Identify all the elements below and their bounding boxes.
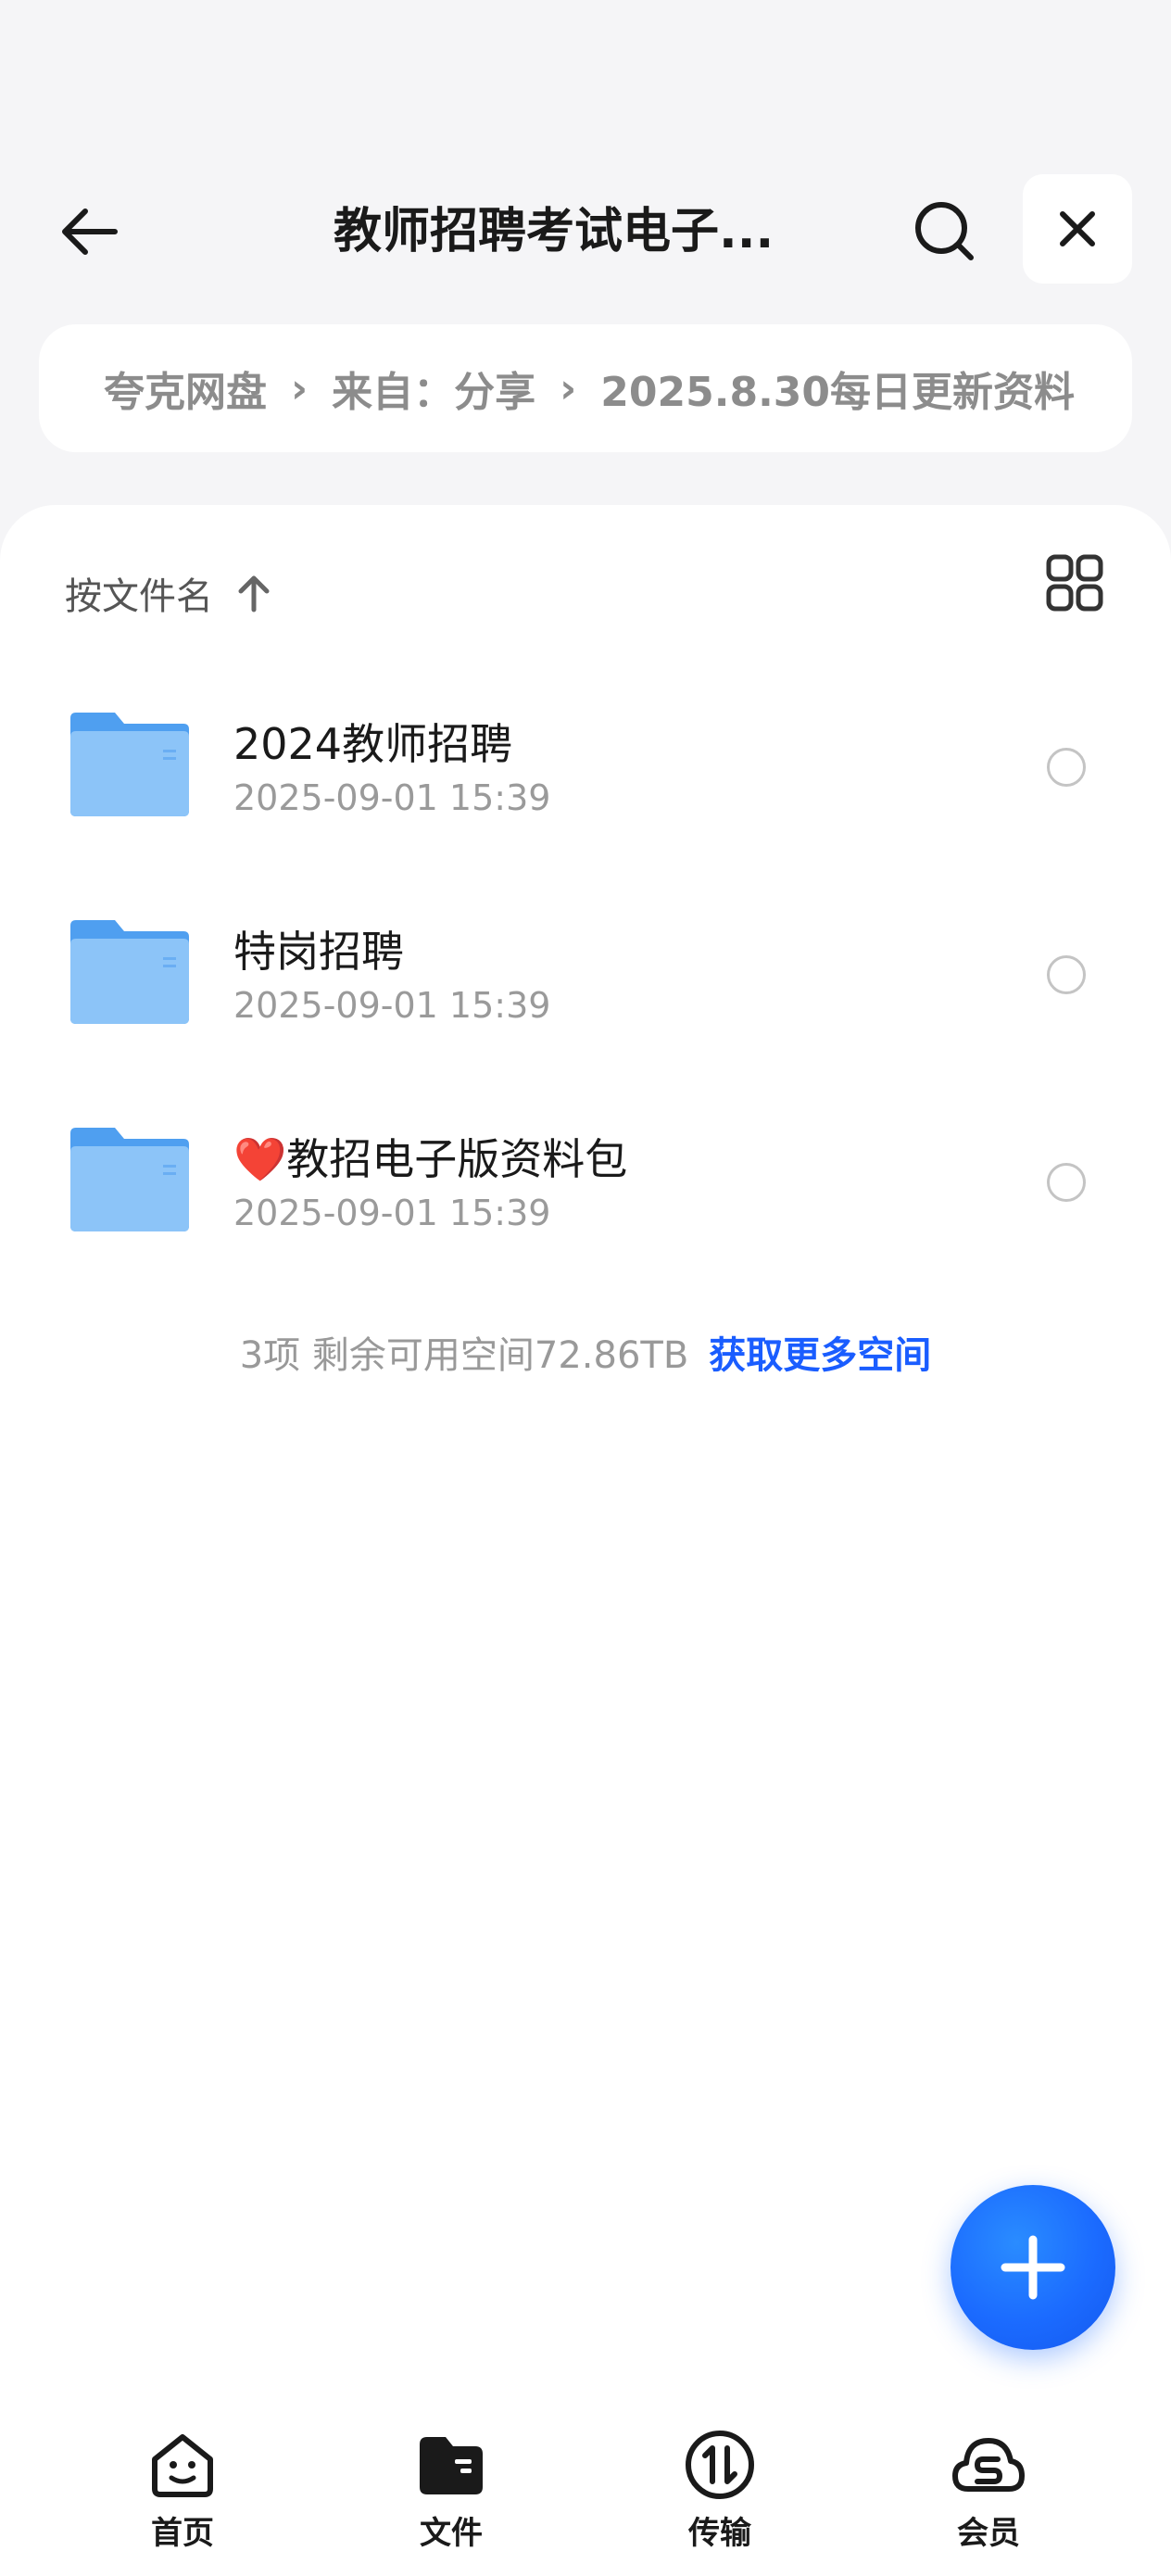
nav-item-files[interactable]: 文件 bbox=[359, 2426, 544, 2565]
nav-item-transfer[interactable]: 传输 bbox=[627, 2426, 812, 2565]
transfer-icon bbox=[681, 2426, 759, 2504]
plus-icon bbox=[1001, 2235, 1065, 2300]
file-name: 特岗招聘 bbox=[233, 927, 404, 977]
breadcrumb-item-share[interactable]: 来自：分享 bbox=[332, 359, 535, 418]
file-date: 2025-09-01 15:39 bbox=[233, 777, 551, 818]
sort-label: 按文件名 bbox=[65, 575, 213, 618]
folder-icon bbox=[70, 713, 189, 816]
file-name: ❤️教招电子版资料包 bbox=[233, 1134, 628, 1184]
folder-icon bbox=[70, 1128, 189, 1231]
grid-view-toggle[interactable] bbox=[1045, 553, 1104, 612]
file-date: 2025-09-01 15:39 bbox=[233, 1193, 551, 1233]
nav-item-home[interactable]: 首页 bbox=[90, 2426, 275, 2565]
breadcrumb-item-current[interactable]: 2025.8.30每日更新资料 bbox=[600, 359, 1075, 418]
breadcrumb-separator: › bbox=[291, 364, 308, 412]
search-icon bbox=[915, 202, 974, 260]
top-bar: 教师招聘考试电子... bbox=[0, 167, 1171, 287]
list-item[interactable]: 特岗招聘 2025-09-01 15:39 bbox=[0, 872, 1171, 1057]
home-smile-icon bbox=[144, 2426, 221, 2504]
page-title: 教师招聘考试电子... bbox=[334, 204, 774, 259]
file-name: 2024教师招聘 bbox=[233, 719, 513, 769]
sort-control[interactable]: 按文件名 bbox=[65, 561, 272, 625]
breadcrumb-separator: › bbox=[560, 364, 577, 412]
grid-view-icon bbox=[1046, 554, 1103, 612]
breadcrumb: 夸克网盘 › 来自：分享 › 2025.8.30每日更新资料 bbox=[39, 324, 1132, 452]
nav-label-member: 会员 bbox=[957, 2515, 1020, 2552]
back-button[interactable] bbox=[46, 195, 130, 269]
file-date: 2025-09-01 15:39 bbox=[233, 985, 551, 1026]
arrow-left-icon bbox=[62, 208, 118, 255]
get-more-space-link[interactable]: 获取更多空间 bbox=[709, 1334, 931, 1377]
close-icon bbox=[1060, 211, 1095, 246]
storage-summary-text: 3项 剩余可用空间72.86TB bbox=[239, 1334, 689, 1377]
nav-item-member[interactable]: 会员 bbox=[896, 2426, 1081, 2565]
select-checkbox[interactable] bbox=[1047, 748, 1086, 787]
close-button[interactable] bbox=[1023, 174, 1132, 284]
nav-label-files: 文件 bbox=[420, 2515, 483, 2552]
nav-label-home: 首页 bbox=[151, 2515, 214, 2552]
folder-icon bbox=[70, 920, 189, 1024]
add-button[interactable] bbox=[951, 2185, 1115, 2350]
arrow-up-icon bbox=[235, 573, 272, 613]
select-checkbox[interactable] bbox=[1047, 1163, 1086, 1202]
list-item[interactable]: ❤️教招电子版资料包 2025-09-01 15:39 bbox=[0, 1080, 1171, 1265]
bottom-navigation: 首页 文件 传输 会员 bbox=[0, 2409, 1171, 2576]
cloud-member-icon bbox=[950, 2426, 1027, 2504]
search-button[interactable] bbox=[903, 190, 987, 273]
folder-file-icon bbox=[412, 2426, 490, 2504]
nav-label-transfer: 传输 bbox=[688, 2515, 751, 2552]
storage-summary: 3项 剩余可用空间72.86TB 获取更多空间 bbox=[0, 1325, 1171, 1379]
page: 教师招聘考试电子... 夸克网盘 › 来自：分享 › 2025.8.30每日更新… bbox=[0, 0, 1171, 2576]
select-checkbox[interactable] bbox=[1047, 955, 1086, 994]
breadcrumb-item-root[interactable]: 夸克网盘 bbox=[104, 359, 267, 418]
list-item[interactable]: 2024教师招聘 2025-09-01 15:39 bbox=[0, 664, 1171, 850]
